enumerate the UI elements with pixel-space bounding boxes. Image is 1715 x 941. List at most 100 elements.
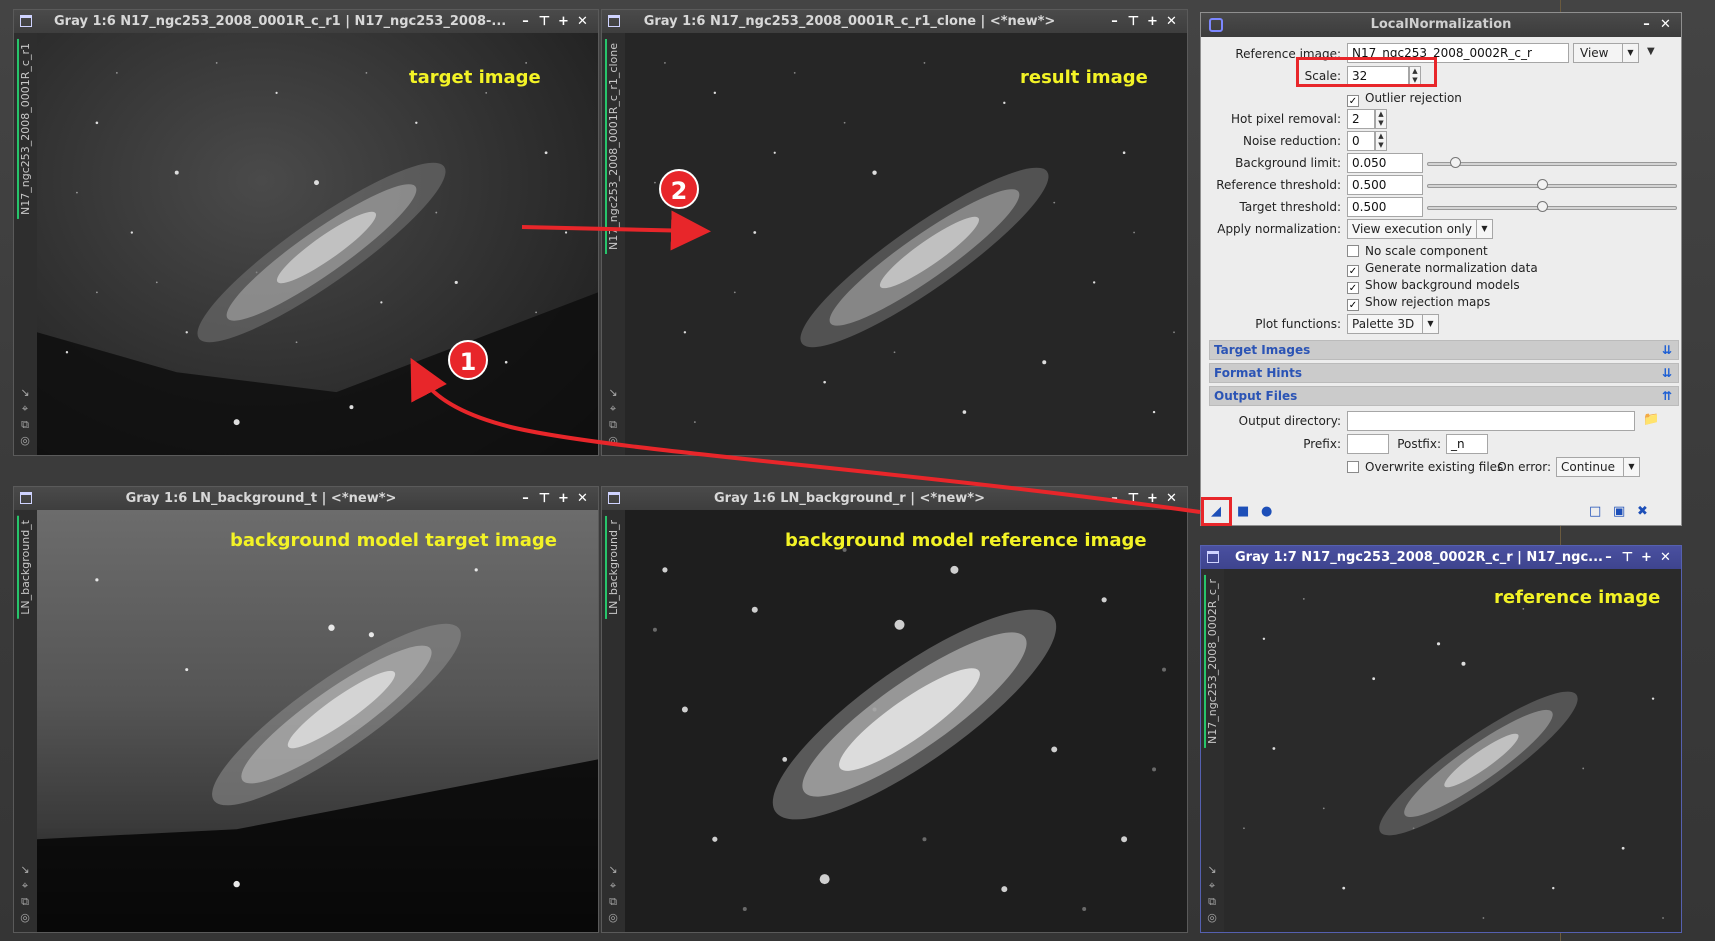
- apply-square-icon[interactable]: ■: [1237, 504, 1249, 519]
- shade-icon[interactable]: ⊤: [1124, 487, 1143, 510]
- shade-icon[interactable]: ⊤: [1618, 546, 1637, 569]
- noise-reduction-field[interactable]: 0: [1347, 131, 1375, 151]
- window-titlebar[interactable]: Gray 1:6 LN_background_r | <*new*> – ⊤ + ✕: [602, 487, 1187, 510]
- clone-icon[interactable]: ⧉: [606, 894, 620, 910]
- target-icon[interactable]: ◎: [1205, 910, 1219, 926]
- target-threshold-slider[interactable]: [1427, 201, 1677, 212]
- section-output-files[interactable]: Output Files ⇈: [1209, 386, 1679, 406]
- window-titlebar[interactable]: Gray 1:6 LN_background_t | <*new*> – ⊤ + ✕: [14, 487, 598, 510]
- slider-knob[interactable]: [1450, 157, 1461, 168]
- view-side-tab[interactable]: N17_ngc253_2008_0001R_c_r1_clone ↘ ⌖ ⧉ ◎: [602, 33, 625, 455]
- apply-normalization-select[interactable]: View execution only ▼: [1347, 219, 1493, 239]
- close-icon[interactable]: ✕: [573, 487, 592, 510]
- section-format-hints[interactable]: Format Hints ⇊: [1209, 363, 1679, 383]
- minimize-icon[interactable]: –: [516, 487, 535, 510]
- fit-icon[interactable]: ↘: [18, 862, 32, 878]
- slider-knob[interactable]: [1537, 179, 1548, 190]
- no-scale-checkbox[interactable]: No scale component: [1347, 243, 1488, 259]
- collapse-triangle-icon[interactable]: ▼: [1647, 46, 1655, 57]
- clone-icon[interactable]: ⧉: [1205, 894, 1219, 910]
- generate-normalization-checkbox[interactable]: ✓ Generate normalization data: [1347, 260, 1538, 277]
- postfix-field[interactable]: _n: [1446, 434, 1488, 454]
- window-titlebar[interactable]: Gray 1:6 N17_ngc253_2008_0001R_c_r1_clon…: [602, 10, 1187, 33]
- view-button[interactable]: View ▼: [1573, 43, 1639, 63]
- view-side-tab[interactable]: LN_background_t ↘ ⌖ ⧉ ◎: [14, 510, 37, 932]
- fit-icon[interactable]: ↘: [606, 385, 620, 401]
- crosshair-icon[interactable]: ⌖: [606, 878, 620, 894]
- minimize-icon[interactable]: –: [516, 10, 535, 33]
- image-window-bg-reference[interactable]: Gray 1:6 LN_background_r | <*new*> – ⊤ + ✕ …: [601, 486, 1188, 933]
- image-canvas[interactable]: reference image: [1224, 569, 1681, 932]
- preferences-icon[interactable]: ▣: [1613, 504, 1625, 519]
- close-icon[interactable]: ✕: [573, 10, 592, 33]
- clone-icon[interactable]: ⧉: [606, 417, 620, 433]
- fit-icon[interactable]: ↘: [18, 385, 32, 401]
- minimize-icon[interactable]: –: [1105, 487, 1124, 510]
- close-icon[interactable]: ✕: [1656, 546, 1675, 569]
- apply-global-circle-icon[interactable]: ●: [1261, 504, 1272, 519]
- on-error-select[interactable]: Continue ▼: [1556, 457, 1640, 477]
- minimize-icon[interactable]: –: [1105, 10, 1124, 33]
- crosshair-icon[interactable]: ⌖: [606, 401, 620, 417]
- clone-icon[interactable]: ⧉: [18, 894, 32, 910]
- image-canvas[interactable]: background model target image: [37, 510, 598, 932]
- maximize-icon[interactable]: +: [1637, 546, 1656, 569]
- outlier-rejection-checkbox[interactable]: ✓ Outlier rejection: [1347, 90, 1462, 107]
- maximize-icon[interactable]: +: [554, 487, 573, 510]
- target-icon[interactable]: ◎: [18, 433, 32, 449]
- show-rejection-checkbox[interactable]: ✓ Show rejection maps: [1347, 294, 1490, 311]
- reference-threshold-slider[interactable]: [1427, 179, 1677, 190]
- minimize-icon[interactable]: –: [1637, 13, 1656, 37]
- maximize-icon[interactable]: +: [1143, 10, 1162, 33]
- collapse-chevron-icon[interactable]: ⇈: [1662, 387, 1672, 405]
- crosshair-icon[interactable]: ⌖: [18, 878, 32, 894]
- target-icon[interactable]: ◎: [606, 433, 620, 449]
- slider-knob[interactable]: [1537, 201, 1548, 212]
- section-target-images[interactable]: Target Images ⇊: [1209, 340, 1679, 360]
- image-window-reference[interactable]: Gray 1:7 N17_ngc253_2008_0002R_c_r | N17…: [1200, 545, 1682, 933]
- clone-icon[interactable]: ⧉: [18, 417, 32, 433]
- output-directory-field[interactable]: [1347, 411, 1635, 431]
- close-icon[interactable]: ✕: [1162, 487, 1181, 510]
- expand-chevron-icon[interactable]: ⇊: [1662, 341, 1672, 359]
- image-window-bg-target[interactable]: Gray 1:6 LN_background_t | <*new*> – ⊤ + ✕ …: [13, 486, 599, 933]
- crosshair-icon[interactable]: ⌖: [1205, 878, 1219, 894]
- close-icon[interactable]: ✕: [1162, 10, 1181, 33]
- show-background-checkbox[interactable]: ✓ Show background models: [1347, 277, 1520, 294]
- background-limit-field[interactable]: 0.050: [1347, 153, 1423, 173]
- fit-icon[interactable]: ↘: [1205, 862, 1219, 878]
- target-icon[interactable]: ◎: [18, 910, 32, 926]
- expand-chevron-icon[interactable]: ⇊: [1662, 364, 1672, 382]
- shade-icon[interactable]: ⊤: [1124, 10, 1143, 33]
- crosshair-icon[interactable]: ⌖: [18, 401, 32, 417]
- reference-threshold-field[interactable]: 0.500: [1347, 175, 1423, 195]
- target-icon[interactable]: ◎: [606, 910, 620, 926]
- reset-icon[interactable]: ✖: [1637, 504, 1648, 519]
- window-titlebar[interactable]: Gray 1:6 N17_ngc253_2008_0001R_c_r1 | N1…: [14, 10, 598, 33]
- image-canvas[interactable]: target image: [37, 33, 598, 455]
- image-canvas[interactable]: result image: [625, 33, 1187, 455]
- maximize-icon[interactable]: +: [554, 10, 573, 33]
- view-side-tab[interactable]: N17_ngc253_2008_0002R_c_r ↘ ⌖ ⧉ ◎: [1201, 569, 1224, 932]
- folder-icon[interactable]: 📁: [1643, 412, 1659, 427]
- view-side-tab[interactable]: LN_background_r ↘ ⌖ ⧉ ◎: [602, 510, 625, 932]
- image-window-target[interactable]: Gray 1:6 N17_ngc253_2008_0001R_c_r1 | N1…: [13, 9, 599, 456]
- noise-reduction-stepper-icon[interactable]: ▲ ▼: [1375, 131, 1387, 151]
- panel-titlebar[interactable]: LocalNormalization – ✕: [1201, 13, 1681, 37]
- browse-docs-icon[interactable]: □: [1589, 504, 1601, 519]
- target-threshold-field[interactable]: 0.500: [1347, 197, 1423, 217]
- fit-icon[interactable]: ↘: [606, 862, 620, 878]
- image-canvas[interactable]: background model reference image: [625, 510, 1187, 932]
- plot-functions-select[interactable]: Palette 3D ▼: [1347, 314, 1439, 334]
- window-titlebar[interactable]: Gray 1:7 N17_ngc253_2008_0002R_c_r | N17…: [1201, 546, 1681, 569]
- minimize-icon[interactable]: –: [1599, 546, 1618, 569]
- local-normalization-panel[interactable]: LocalNormalization – ✕ Reference image: N…: [1200, 12, 1682, 526]
- view-side-tab[interactable]: N17_ngc253_2008_0001R_c_r1 ↘ ⌖ ⧉ ◎: [14, 33, 37, 455]
- maximize-icon[interactable]: +: [1143, 487, 1162, 510]
- hot-pixel-field[interactable]: 2: [1347, 109, 1375, 129]
- close-icon[interactable]: ✕: [1656, 13, 1675, 37]
- image-window-result[interactable]: Gray 1:6 N17_ngc253_2008_0001R_c_r1_clon…: [601, 9, 1188, 456]
- shade-icon[interactable]: ⊤: [535, 10, 554, 33]
- hot-pixel-stepper-icon[interactable]: ▲ ▼: [1375, 109, 1387, 129]
- shade-icon[interactable]: ⊤: [535, 487, 554, 510]
